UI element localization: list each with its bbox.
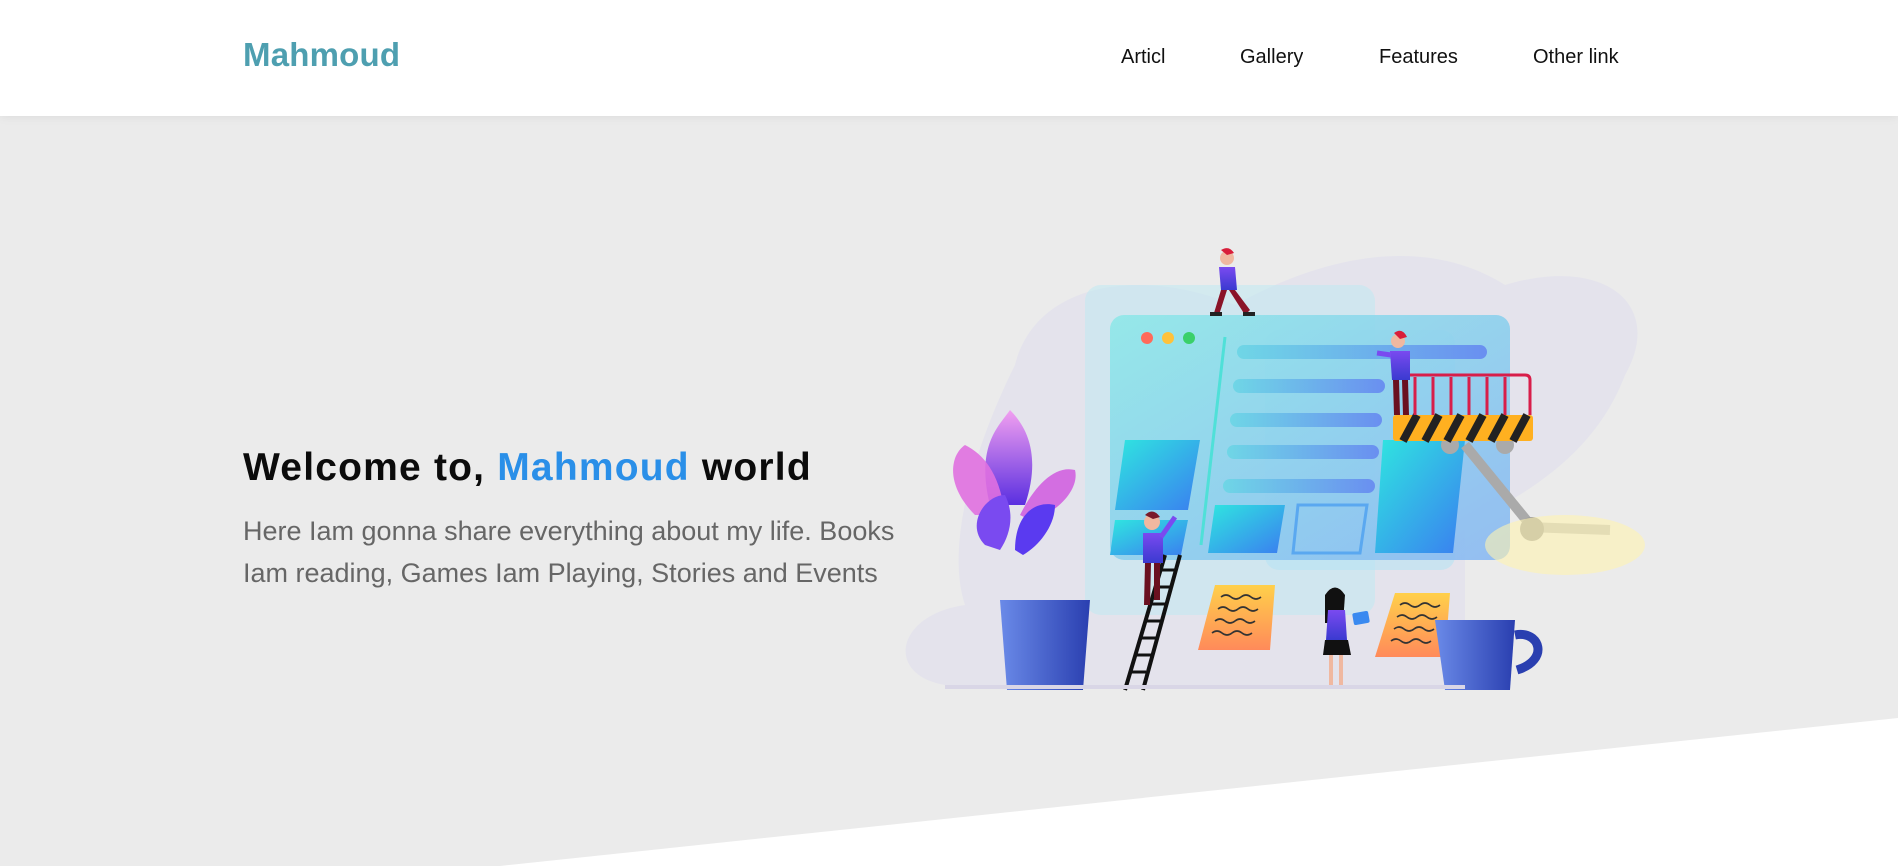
- nav-link-gallery[interactable]: Gallery: [1240, 46, 1303, 69]
- hero-description: Here Iam gonna share everything about my…: [243, 516, 895, 588]
- nav-link-features[interactable]: Features: [1379, 46, 1458, 69]
- nav-link-other[interactable]: Other link: [1533, 46, 1619, 69]
- hero-illustration: [905, 248, 1645, 691]
- site-logo[interactable]: Mahmoud: [243, 36, 400, 74]
- hero-title-highlight: Mahmoud: [497, 446, 690, 489]
- hero-title: Welcome to, Mahmoud world: [243, 446, 812, 490]
- nav-link-articles[interactable]: Articl: [1121, 46, 1165, 69]
- hero-title-prefix: Welcome to,: [243, 446, 486, 489]
- site-header: Mahmoud Articl Gallery Features Other li…: [0, 0, 1898, 116]
- hero-title-suffix: world: [701, 446, 812, 489]
